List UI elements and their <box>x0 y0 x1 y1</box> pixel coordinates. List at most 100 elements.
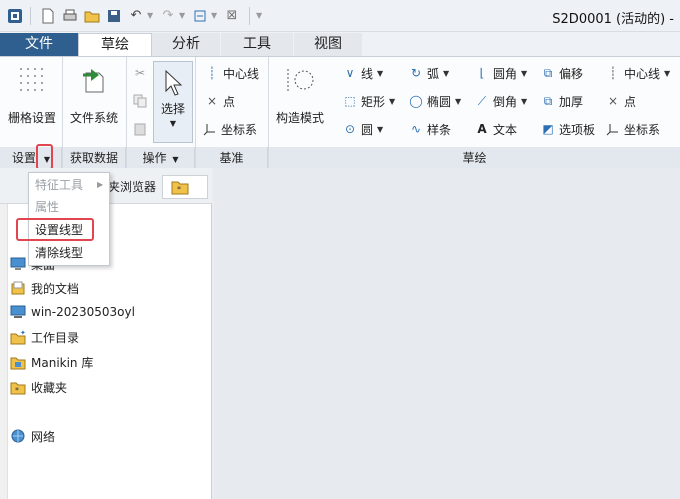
sketch-coord-sys-button[interactable]: 坐标系 <box>605 119 660 139</box>
tab-sketch[interactable]: 草绘 <box>78 33 152 56</box>
redo-icon[interactable]: ↷ <box>157 5 179 27</box>
grid-settings-label: 栅格设置 <box>7 111 56 125</box>
arc-dropdown-icon[interactable]: ▼ <box>443 69 449 78</box>
datum-coord-sys-label: 坐标系 <box>221 122 258 137</box>
arc-button[interactable]: ↻ 弧 ▼ <box>408 63 449 83</box>
offset-button[interactable]: ⧉ 偏移 <box>540 63 583 83</box>
svg-text:✦: ✦ <box>20 329 26 337</box>
datum-coord-sys-button[interactable]: 坐标系 <box>202 119 257 139</box>
cut-icon[interactable]: ✂ <box>132 63 151 83</box>
operations-dropdown-icon[interactable]: ▼ <box>172 155 178 164</box>
submenu-arrow-icon: ▶ <box>97 180 104 189</box>
sketch-centerline-button[interactable]: ┊ 中心线 ▼ <box>605 63 670 83</box>
select-arrow-icon <box>156 66 190 100</box>
fillet-button[interactable]: ⌊ 圆角 ▼ <box>474 63 528 83</box>
undo-dropdown-icon[interactable]: ▼ <box>147 11 157 20</box>
folder-browser-tab[interactable]: 夹浏览器 <box>108 178 156 195</box>
sketch-centerline-dropdown-icon[interactable]: ▼ <box>664 69 670 78</box>
select-dropdown-icon[interactable]: ▼ <box>170 119 176 128</box>
close-window-icon[interactable]: ⊠ <box>221 5 243 27</box>
computer-icon <box>10 304 26 320</box>
print-icon[interactable] <box>59 5 81 27</box>
text-label: 文本 <box>493 122 518 137</box>
tab-view[interactable]: 视图 <box>294 33 362 56</box>
tree-item-network[interactable]: 网络 <box>10 426 55 446</box>
rectangle-dropdown-icon[interactable]: ▼ <box>389 97 395 106</box>
tree-item-documents[interactable]: 我的文档 <box>10 278 79 298</box>
menu-item-feature-tools[interactable]: 特征工具 <box>35 175 83 195</box>
datum-group-footer: 基准 <box>196 147 268 169</box>
construction-mode-label: 构造模式 <box>275 111 324 125</box>
menu-item-properties[interactable]: 属性 <box>35 197 59 217</box>
favorites-icon: * <box>10 379 26 395</box>
spline-label: 样条 <box>427 122 452 137</box>
regenerate-icon[interactable] <box>189 5 211 27</box>
undo-icon[interactable]: ↶ <box>125 5 147 27</box>
circle-button[interactable]: ⊙ 圆 ▼ <box>342 119 383 139</box>
construction-mode-button[interactable]: 构造模式 <box>272 63 328 126</box>
palette-label: 选项板 <box>559 122 596 137</box>
tree-item-computer[interactable]: win-20230503oyl <box>10 302 135 322</box>
tab-analysis[interactable]: 分析 <box>152 33 220 56</box>
fillet-dropdown-icon[interactable]: ▼ <box>521 69 527 78</box>
graphics-window[interactable] <box>214 168 680 499</box>
copy-icon[interactable] <box>132 91 151 111</box>
circle-label: 圆 <box>361 122 374 137</box>
rectangle-button[interactable]: ⬚ 矩形 ▼ <box>342 91 395 111</box>
save-icon[interactable] <box>103 5 125 27</box>
circle-dropdown-icon[interactable]: ▼ <box>377 125 383 134</box>
rectangle-icon: ⬚ <box>344 94 356 108</box>
select-button[interactable]: 选择 ▼ <box>153 61 193 143</box>
text-button[interactable]: A 文本 <box>474 119 517 139</box>
spline-button[interactable]: ∿ 样条 <box>408 119 451 139</box>
ellipse-dropdown-icon[interactable]: ▼ <box>455 97 461 106</box>
paste-icon[interactable] <box>132 119 151 139</box>
regenerate-dropdown-icon[interactable]: ▼ <box>211 11 221 20</box>
tab-file[interactable]: 文件 <box>0 33 78 56</box>
ellipse-button[interactable]: ◯ 椭圆 ▼ <box>408 91 461 111</box>
fillet-label: 圆角 <box>493 66 518 81</box>
chamfer-button[interactable]: ⟋ 倒角 ▼ <box>474 91 527 111</box>
spline-icon: ∿ <box>410 122 422 136</box>
tree-item-favorites[interactable]: * 收藏夹 <box>10 377 67 397</box>
window-title: S2D0001 (活动的) - <box>552 12 674 27</box>
menu-item-clear-line-style[interactable]: 清除线型 <box>35 243 83 263</box>
line-button[interactable]: ∨ 线 ▼ <box>342 63 384 83</box>
fillet-icon: ⌊ <box>479 66 485 80</box>
datum-centerline-button[interactable]: ┊ 中心线 <box>204 63 259 83</box>
favorites-tab-icon: * <box>171 179 189 198</box>
operations-group-footer[interactable]: 操作 ▼ <box>127 147 195 169</box>
tree-item-manikin-library[interactable]: Manikin 库 <box>10 352 93 372</box>
new-file-icon[interactable] <box>37 5 59 27</box>
select-label: 选择 <box>160 102 185 116</box>
redo-dropdown-icon[interactable]: ▼ <box>179 11 189 20</box>
panel-scrollbar[interactable] <box>0 204 8 499</box>
tree-item-label: 我的文档 <box>31 281 80 296</box>
chamfer-dropdown-icon[interactable]: ▼ <box>521 97 527 106</box>
network-icon <box>10 428 26 444</box>
customize-toolbar-icon[interactable]: ▼ <box>256 11 266 20</box>
line-dropdown-icon[interactable]: ▼ <box>377 69 383 78</box>
palette-button[interactable]: ◩ 选项板 <box>540 119 595 139</box>
favorites-tab[interactable]: * <box>162 175 208 199</box>
thicken-button[interactable]: ⧉ 加厚 <box>540 91 583 111</box>
file-system-button[interactable]: 文件系统 <box>66 63 122 126</box>
tree-item-label: 工作目录 <box>31 330 80 345</box>
chamfer-label: 倒角 <box>493 94 518 109</box>
sketch-centerline-label: 中心线 <box>624 66 661 81</box>
ribbon-tabs: 文件 草绘 分析 工具 视图 <box>0 32 680 56</box>
tree-item-working-dir[interactable]: ✦ 工作目录 <box>10 327 79 347</box>
open-folder-icon[interactable] <box>81 5 103 27</box>
set-line-style-highlight <box>16 218 94 241</box>
app-icon[interactable] <box>6 7 24 25</box>
sketch-point-button[interactable]: × 点 <box>605 91 636 111</box>
line-label: 线 <box>361 66 374 81</box>
centerline-icon: ┊ <box>609 66 617 80</box>
settings-dropdown-highlight <box>36 144 53 170</box>
tab-tools[interactable]: 工具 <box>221 33 293 56</box>
grid-settings-button[interactable]: 栅格设置 <box>6 63 58 126</box>
datum-point-button[interactable]: × 点 <box>204 91 235 111</box>
construction-mode-icon <box>283 63 317 97</box>
sketch-coord-sys-label: 坐标系 <box>624 122 661 137</box>
toolbar-separator <box>249 6 250 25</box>
